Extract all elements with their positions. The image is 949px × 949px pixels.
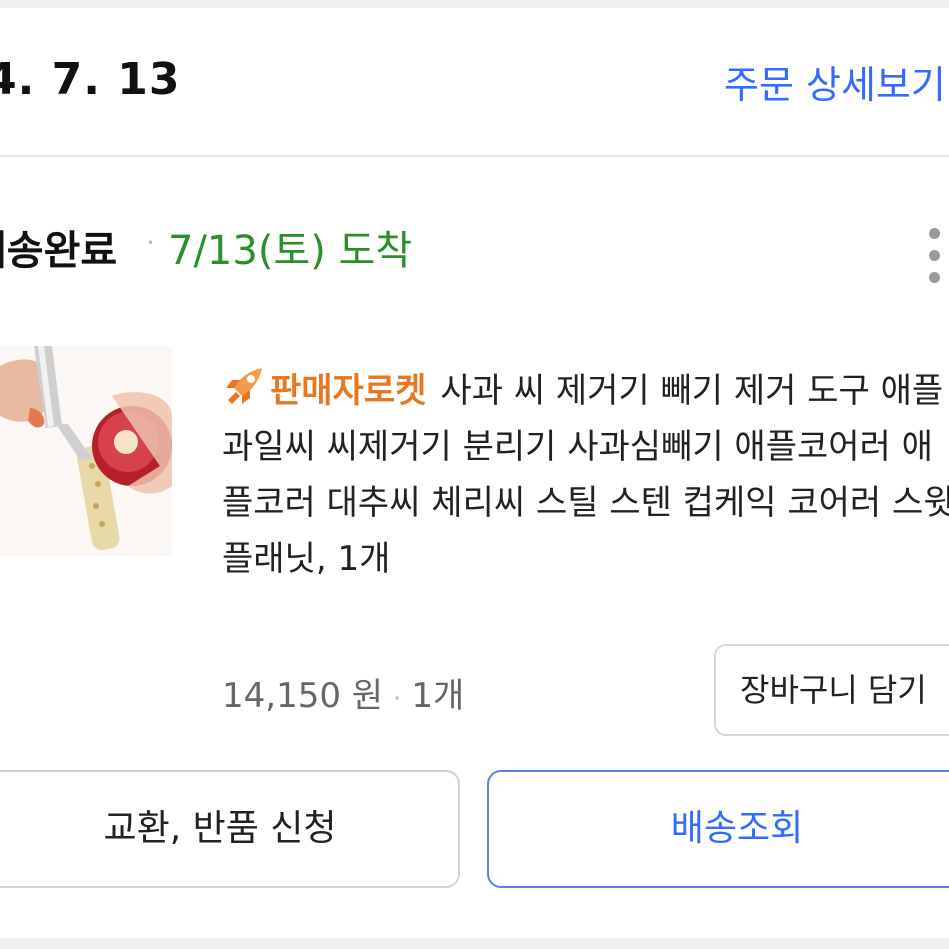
order-date: 4. 7. 13	[0, 54, 181, 105]
add-to-cart-button[interactable]: 장바구니 담기	[714, 644, 949, 736]
status-separator: ·	[146, 226, 155, 259]
price-row: 14,150 원 · 1개	[222, 668, 464, 717]
price-separator: ·	[393, 684, 402, 714]
order-header: 4. 7. 13 주문 상세보기	[0, 8, 949, 157]
track-delivery-button[interactable]: 배송조회	[487, 770, 949, 888]
rocket-icon	[226, 368, 262, 404]
product-quantity: 1개	[411, 676, 465, 716]
product-info: 판매자로켓 사과 씨 제거기 빼기 제거 도구 애플 과일씨 씨제거기 분리기 사…	[222, 363, 949, 587]
apple-corer-product-image	[0, 346, 172, 556]
delivery-status: 배송완료	[0, 228, 118, 274]
product-title-block[interactable]: 판매자로켓 사과 씨 제거기 빼기 제거 도구 애플 과일씨 씨제거기 분리기 사…	[222, 363, 949, 587]
kebab-menu-icon[interactable]	[920, 226, 949, 286]
return-exchange-button[interactable]: 교환, 반품 신청	[0, 770, 460, 888]
order-card: 4. 7. 13 주문 상세보기 배송완료 · 7/13(토) 도착	[0, 8, 949, 938]
delivery-status-row: 배송완료 · 7/13(토) 도착	[0, 218, 949, 278]
rocket-badge: 판매자로켓	[222, 368, 427, 411]
rocket-badge-label: 판매자로켓	[270, 371, 427, 411]
order-detail-link[interactable]: 주문 상세보기	[724, 54, 946, 109]
product-image[interactable]	[0, 346, 172, 556]
product-price: 14,150 원	[222, 676, 384, 716]
arrival-date: 7/13(토) 도착	[168, 228, 413, 274]
